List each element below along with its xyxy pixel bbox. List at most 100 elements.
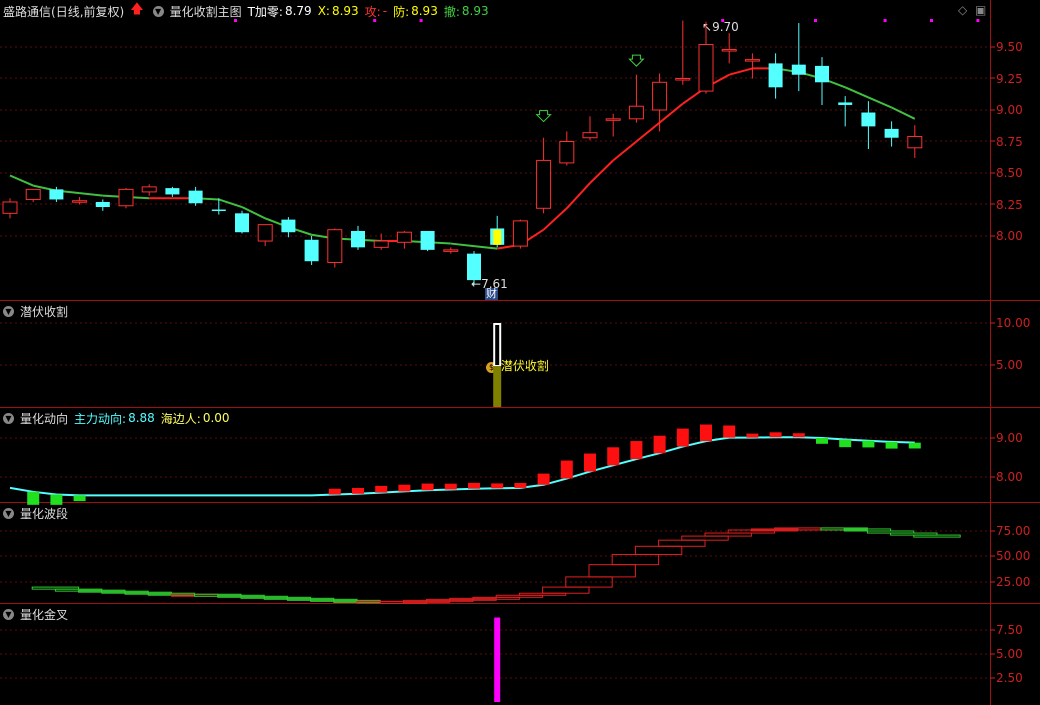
dongxiang-block bbox=[491, 483, 504, 489]
dongxiang-block bbox=[908, 442, 921, 449]
boduan-box bbox=[658, 539, 706, 547]
dongxiang-block bbox=[676, 428, 689, 447]
ma-line-segment bbox=[450, 242, 475, 248]
candle-body bbox=[744, 59, 760, 62]
candle-body bbox=[188, 190, 203, 204]
candle-body bbox=[768, 63, 783, 88]
candle-body bbox=[838, 102, 853, 105]
candle-body bbox=[351, 230, 365, 248]
candle-body bbox=[281, 219, 296, 233]
dongxiang-block bbox=[537, 473, 550, 485]
dongxiang-block bbox=[398, 484, 411, 492]
dongxiang-block bbox=[769, 432, 782, 438]
candle-body bbox=[257, 224, 273, 242]
dongxiang-block bbox=[607, 447, 620, 466]
top-signal-dot bbox=[721, 19, 725, 22]
ma-line-segment bbox=[728, 67, 753, 76]
candle-body bbox=[25, 188, 41, 200]
dongxiang-block bbox=[584, 453, 596, 472]
candle-body bbox=[582, 132, 598, 139]
candle-body bbox=[49, 189, 64, 200]
ma-line-segment bbox=[844, 86, 869, 99]
candle-body bbox=[118, 188, 134, 207]
candle-body bbox=[141, 186, 157, 193]
dongxiang-block bbox=[746, 433, 759, 438]
dongxiang-block bbox=[885, 441, 898, 449]
candle-body bbox=[512, 220, 528, 247]
boduan-box bbox=[588, 564, 636, 578]
candle-body bbox=[72, 200, 88, 203]
candle-body bbox=[165, 188, 180, 195]
top-signal-dot bbox=[373, 19, 377, 22]
candle-body bbox=[420, 230, 435, 250]
dongxiang-block bbox=[839, 439, 852, 448]
dongxiang-block bbox=[27, 491, 40, 505]
dongxiang-block bbox=[352, 487, 364, 494]
boduan-box bbox=[634, 545, 683, 555]
top-signal-dot bbox=[814, 19, 817, 22]
dongxiang-block bbox=[700, 424, 712, 442]
candle-body bbox=[884, 128, 899, 138]
candle-body bbox=[235, 213, 249, 233]
boduan-box bbox=[542, 586, 590, 594]
top-signal-dot bbox=[419, 19, 423, 22]
candle-body bbox=[605, 118, 621, 121]
top-signal-dot bbox=[930, 19, 933, 22]
candle-body bbox=[304, 239, 319, 262]
jincha-bar bbox=[494, 617, 501, 702]
candle-body bbox=[652, 81, 668, 111]
candle-body bbox=[443, 249, 459, 252]
candle-body bbox=[907, 135, 923, 149]
candle-body bbox=[327, 229, 343, 263]
dongxiang-block bbox=[328, 488, 341, 495]
boduan-box bbox=[913, 534, 961, 538]
ma-line-segment bbox=[589, 159, 614, 184]
candle-body bbox=[373, 240, 389, 248]
candle-body bbox=[698, 43, 714, 92]
qianfu-bar-lower bbox=[493, 366, 502, 407]
dongxiang-block bbox=[862, 440, 875, 448]
ma-line-segment bbox=[218, 198, 243, 208]
qianfu-bar-gap bbox=[495, 325, 500, 365]
boduan-box bbox=[681, 535, 729, 541]
ma-line-segment bbox=[612, 140, 638, 162]
down-arrow-icon bbox=[535, 110, 552, 123]
down-arrow-icon bbox=[628, 54, 645, 67]
ma-line-segment bbox=[635, 121, 661, 143]
top-signal-dot bbox=[883, 19, 887, 22]
candle-body bbox=[791, 64, 806, 75]
candle-body bbox=[815, 65, 829, 83]
dongxiang-block bbox=[653, 435, 666, 454]
candle-body bbox=[721, 49, 737, 52]
dongxiang-block bbox=[723, 425, 736, 438]
dongxiang-block bbox=[468, 482, 480, 489]
candle-body bbox=[2, 201, 18, 214]
ma-line-segment bbox=[473, 245, 498, 250]
dongxiang-block bbox=[50, 494, 63, 505]
ma-line-segment bbox=[79, 192, 103, 197]
dongxiang-block bbox=[375, 485, 388, 493]
candle-body bbox=[675, 78, 691, 81]
ma-line-segment bbox=[868, 96, 892, 109]
candle-body bbox=[628, 105, 644, 120]
candle-body bbox=[467, 253, 481, 281]
dongxiang-block bbox=[816, 438, 828, 444]
candle-body bbox=[559, 141, 575, 164]
top-signal-dot bbox=[976, 19, 980, 22]
candle-body bbox=[211, 209, 226, 212]
dongxiang-block bbox=[630, 441, 643, 460]
chart-canvas[interactable] bbox=[0, 0, 1040, 705]
signal-candle-highlight bbox=[493, 229, 502, 245]
dongxiang-block bbox=[421, 483, 434, 491]
candle-body bbox=[861, 112, 876, 127]
dongxiang-block bbox=[73, 495, 86, 502]
candle-body bbox=[536, 159, 552, 209]
dongxiang-block bbox=[514, 483, 527, 488]
ma-line-segment bbox=[891, 106, 916, 120]
zhuli-line bbox=[9, 436, 915, 497]
candle-body bbox=[95, 201, 110, 208]
dongxiang-block bbox=[444, 483, 457, 490]
dongxiang-block bbox=[560, 460, 573, 479]
ma-line-segment bbox=[542, 207, 568, 231]
dongxiang-block bbox=[792, 433, 805, 438]
